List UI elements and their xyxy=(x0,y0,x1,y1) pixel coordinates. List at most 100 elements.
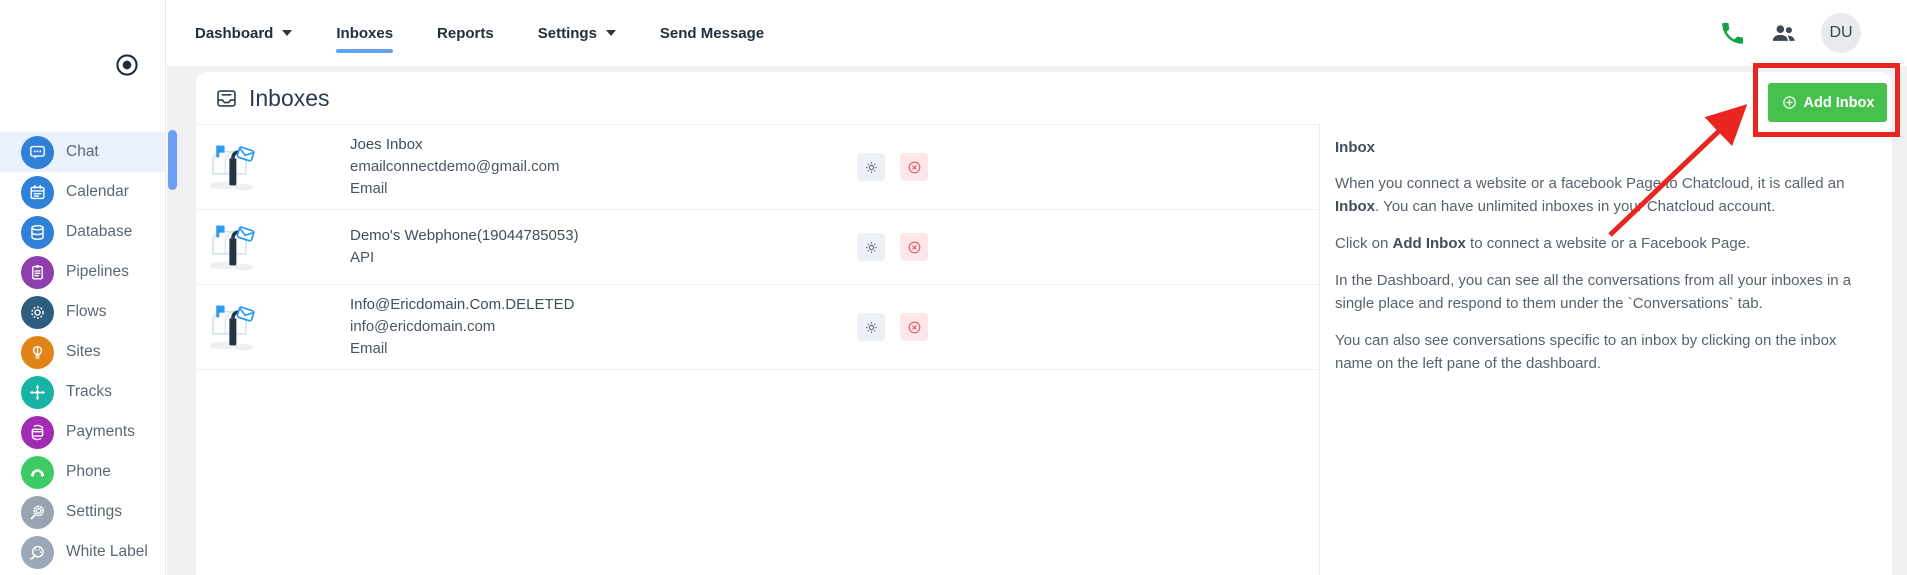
inbox-list-item[interactable]: Info@Ericdomain.Com.DELETED info@ericdom… xyxy=(196,285,1319,370)
help-text-bold: Inbox xyxy=(1335,198,1375,215)
sidebar-item-sites[interactable]: Sites xyxy=(0,332,165,372)
sidebar-item-label: Database xyxy=(66,223,132,241)
circle-x-icon xyxy=(906,239,923,256)
inbox-channel: Email xyxy=(350,178,559,200)
sidebar-item-label: Settings xyxy=(66,503,122,521)
add-inbox-label: Add Inbox xyxy=(1804,95,1875,111)
sidebar-collapse-toggle[interactable] xyxy=(113,51,141,79)
circle-x-icon xyxy=(906,159,923,176)
card-body: Joes Inbox emailconnectdemo@gmail.com Em… xyxy=(196,124,1892,575)
inbox-row-actions xyxy=(857,313,928,341)
sidebar-item-label: Tracks xyxy=(66,383,112,401)
tab-inboxes[interactable]: Inboxes xyxy=(336,0,393,66)
tab-label: Reports xyxy=(437,25,494,42)
sidebar-item-white-label[interactable]: White Label xyxy=(0,532,165,572)
sidebar-item-payments[interactable]: Payments xyxy=(0,412,165,452)
sidebar-item-label: White Label xyxy=(66,543,148,561)
tab-label: Settings xyxy=(538,25,597,42)
inbox-tray-icon xyxy=(215,87,238,110)
sidebar-item-settings[interactable]: Settings xyxy=(0,492,165,532)
inbox-delete-button[interactable] xyxy=(900,233,928,261)
mailbox-icon xyxy=(204,139,260,195)
gear-icon xyxy=(863,159,880,176)
inbox-settings-button[interactable] xyxy=(857,153,885,181)
sidebar-item-phone[interactable]: Phone xyxy=(0,452,165,492)
user-avatar[interactable]: DU xyxy=(1821,13,1861,53)
circle-x-icon xyxy=(906,319,923,336)
sidebar-item-chat[interactable]: Chat xyxy=(0,132,165,172)
mailbox-icon xyxy=(204,219,260,275)
sidebar-item-flows[interactable]: Flows xyxy=(0,292,165,332)
inbox-delete-button[interactable] xyxy=(900,313,928,341)
tab-dashboard[interactable]: Dashboard xyxy=(195,0,292,66)
record-circle-icon xyxy=(113,51,141,79)
topbar-right-actions: DU xyxy=(1719,13,1907,53)
circle-plus-icon xyxy=(1781,94,1798,111)
help-text-bold: Add Inbox xyxy=(1393,235,1466,252)
inbox-settings-button[interactable] xyxy=(857,233,885,261)
help-text: to connect a website or a Facebook Page. xyxy=(1466,235,1750,252)
inbox-list-item[interactable]: Demo's Webphone(19044785053) API xyxy=(196,210,1319,285)
sidebar-item-tracks[interactable]: Tracks xyxy=(0,372,165,412)
flows-icon xyxy=(21,296,54,329)
inbox-list-item[interactable]: Joes Inbox emailconnectdemo@gmail.com Em… xyxy=(196,125,1319,210)
sidebar-item-label: Pipelines xyxy=(66,263,129,281)
sidebar-item-calendar[interactable]: Calendar xyxy=(0,172,165,212)
sidebar-item-label: Sites xyxy=(66,343,100,361)
help-paragraph: In the Dashboard, you can see all the co… xyxy=(1335,269,1876,315)
sidebar-menu: Chat Calendar Database Pipelines Flows xyxy=(0,132,165,572)
add-inbox-button[interactable]: Add Inbox xyxy=(1768,83,1887,122)
tab-label: Send Message xyxy=(660,25,764,42)
caret-down-icon xyxy=(282,30,292,36)
gear-icon xyxy=(863,319,880,336)
sidebar-item-label: Chat xyxy=(66,143,99,161)
palette-brush-icon xyxy=(21,536,54,569)
phone-handset-icon xyxy=(21,456,54,489)
sidebar-item-label: Calendar xyxy=(66,183,129,201)
inbox-settings-button[interactable] xyxy=(857,313,885,341)
tab-reports[interactable]: Reports xyxy=(437,0,494,66)
chat-icon xyxy=(21,136,54,169)
help-paragraph: You can also see conversations specific … xyxy=(1335,329,1876,375)
help-title: Inbox xyxy=(1335,136,1876,159)
help-paragraph: Click on Add Inbox to connect a website … xyxy=(1335,232,1876,255)
inbox-name: Info@Ericdomain.Com.DELETED xyxy=(350,294,574,316)
sidebar-item-database[interactable]: Database xyxy=(0,212,165,252)
nav-tabs: Dashboard Inboxes Reports Settings Send … xyxy=(195,0,764,66)
caret-down-icon xyxy=(606,30,616,36)
inboxes-card: Inboxes Joes Inbox emailconnectdemo@gmai… xyxy=(196,72,1892,575)
inbox-row-actions xyxy=(857,233,928,261)
contacts-people-icon[interactable] xyxy=(1770,20,1797,47)
inbox-details: Joes Inbox emailconnectdemo@gmail.com Em… xyxy=(350,134,559,200)
settings-wrench-icon xyxy=(21,496,54,529)
help-text: . You can have unlimited inboxes in your… xyxy=(1375,198,1775,215)
main-content-area: Inboxes Joes Inbox emailconnectdemo@gmai… xyxy=(167,66,1907,575)
inbox-channel: API xyxy=(350,247,579,269)
sidebar-item-pipelines[interactable]: Pipelines xyxy=(0,252,165,292)
phone-icon[interactable] xyxy=(1719,20,1746,47)
pipelines-icon xyxy=(21,256,54,289)
gear-icon xyxy=(863,239,880,256)
calendar-icon xyxy=(21,176,54,209)
payments-icon xyxy=(21,416,54,449)
inbox-address: emailconnectdemo@gmail.com xyxy=(350,156,559,178)
help-text: Click on xyxy=(1335,235,1393,252)
active-tab-underline xyxy=(336,49,393,53)
inbox-row-actions xyxy=(857,153,928,181)
inbox-details: Demo's Webphone(19044785053) API xyxy=(350,225,579,269)
inbox-list: Joes Inbox emailconnectdemo@gmail.com Em… xyxy=(196,124,1320,575)
page-title: Inboxes xyxy=(249,85,330,112)
tab-label: Inboxes xyxy=(336,25,393,42)
mailbox-icon xyxy=(204,299,260,355)
database-icon xyxy=(21,216,54,249)
scrollbar-thumb[interactable] xyxy=(168,130,177,190)
inbox-name: Joes Inbox xyxy=(350,134,559,156)
inbox-details: Info@Ericdomain.Com.DELETED info@ericdom… xyxy=(350,294,574,360)
tab-label: Dashboard xyxy=(195,25,273,42)
sidebar-item-label: Payments xyxy=(66,423,135,441)
tab-send-message[interactable]: Send Message xyxy=(660,0,764,66)
help-text: When you connect a website or a facebook… xyxy=(1335,175,1844,192)
tab-settings[interactable]: Settings xyxy=(538,0,616,66)
card-header: Inboxes xyxy=(196,72,1892,124)
inbox-delete-button[interactable] xyxy=(900,153,928,181)
